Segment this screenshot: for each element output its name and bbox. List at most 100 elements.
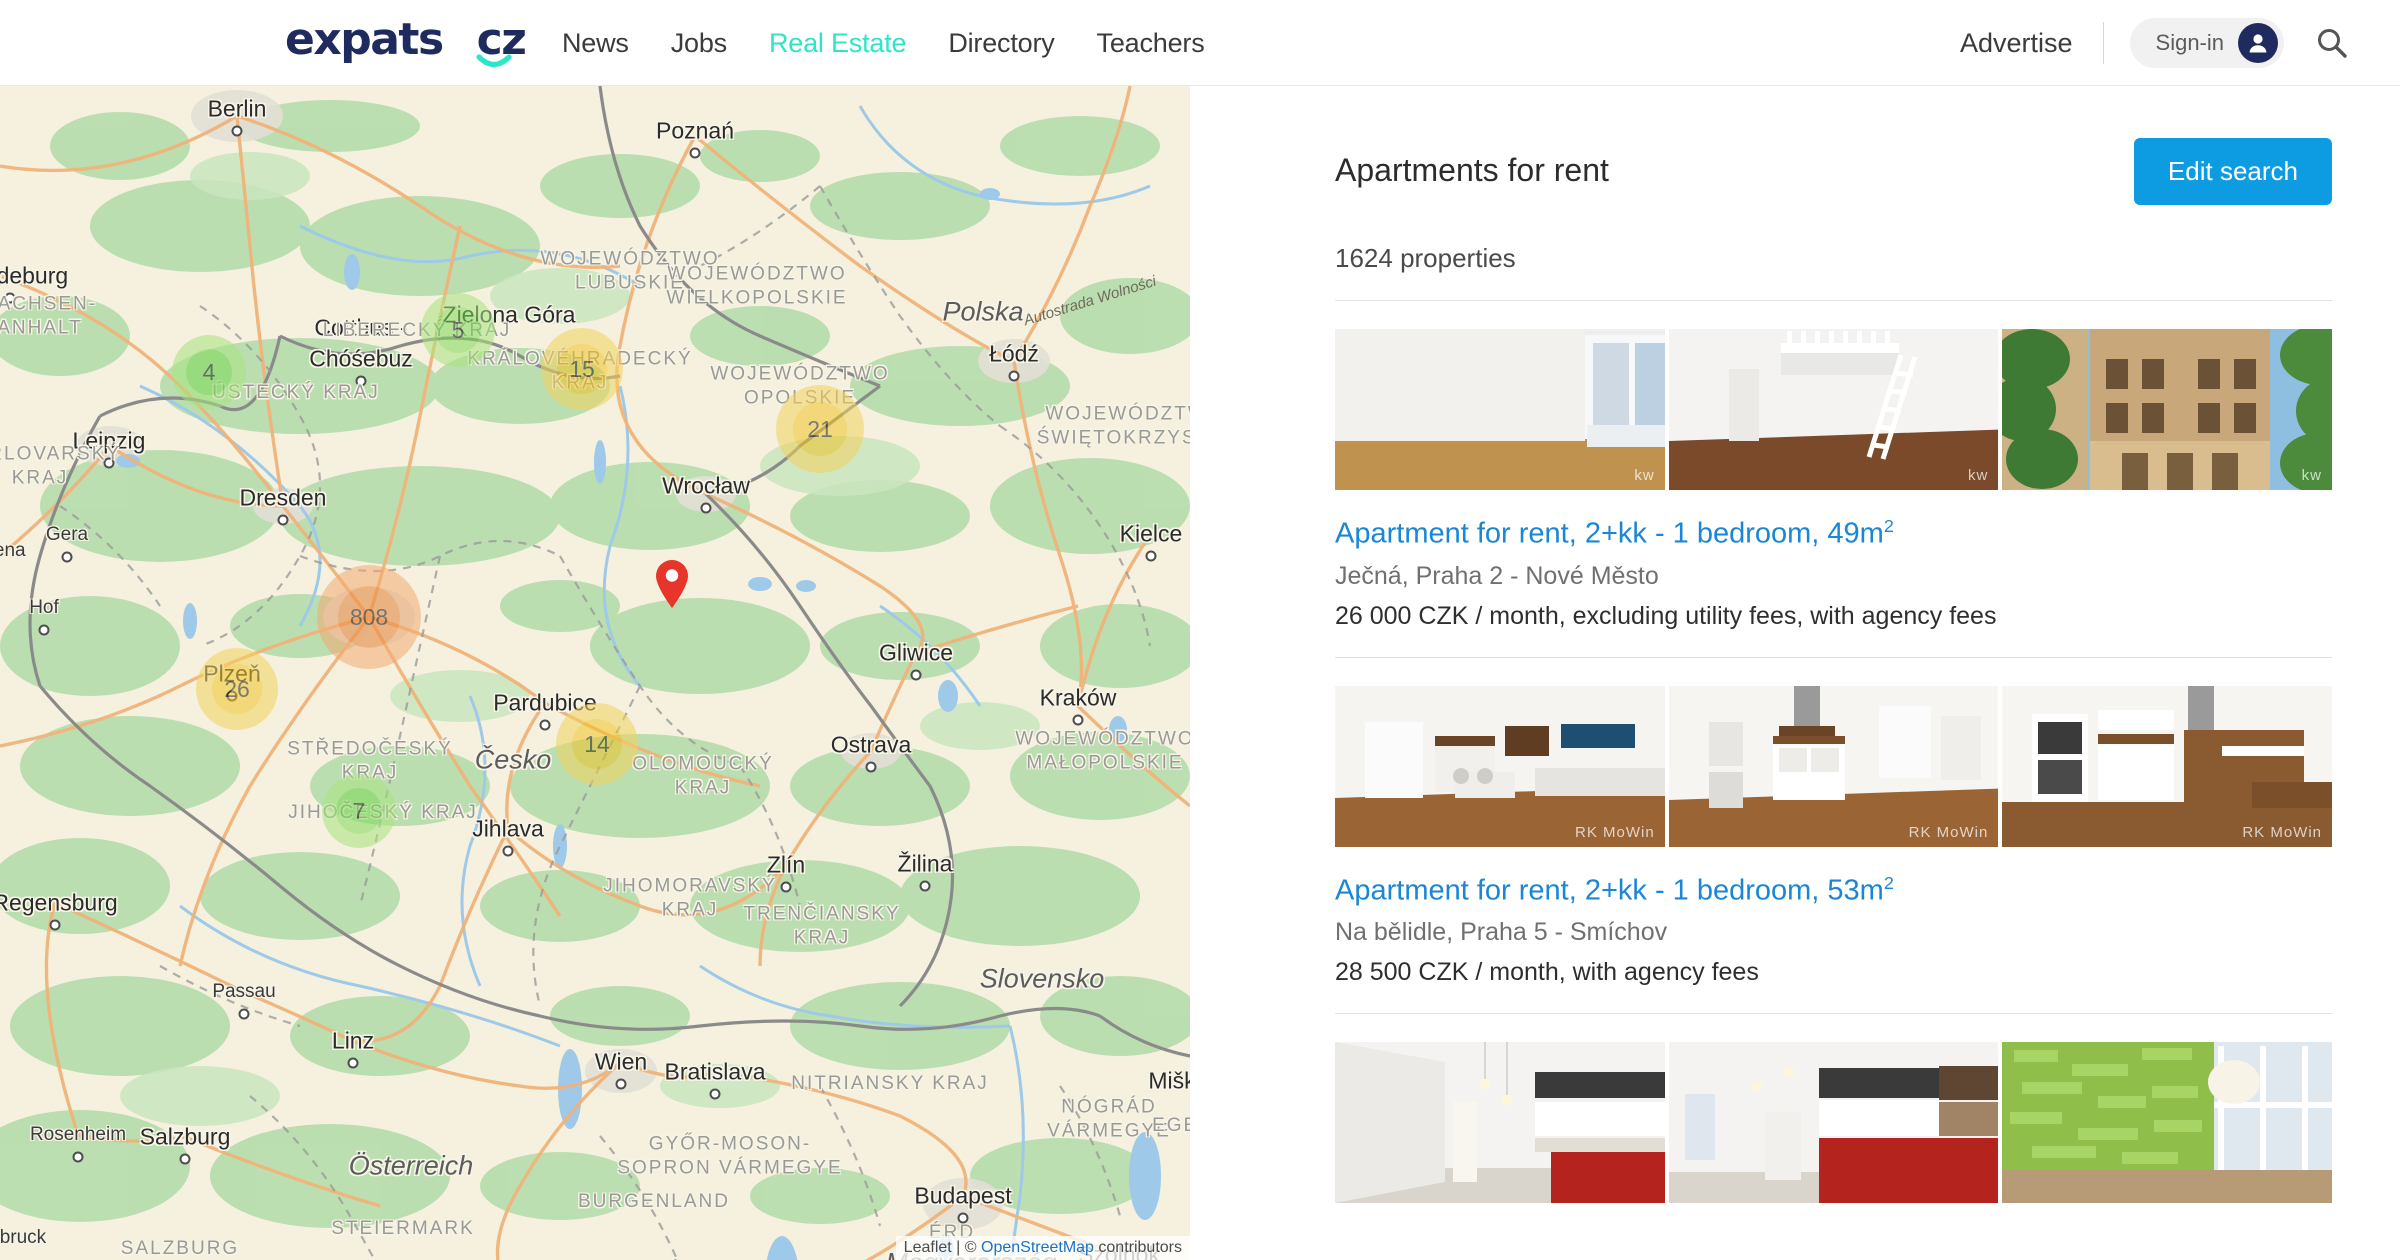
nav-item-news[interactable]: News <box>562 28 629 59</box>
map-city-dot <box>4 292 16 304</box>
map-cluster-count: 7 <box>336 788 382 834</box>
logo-smile-icon <box>476 54 512 68</box>
listing-area-superscript: 2 <box>1883 872 1894 893</box>
listing-title-link[interactable]: Apartment for rent, 2+kk - 1 bedroom, 49… <box>1335 516 2332 551</box>
map-cluster-count: 808 <box>338 586 400 648</box>
map-city-dot <box>61 551 73 563</box>
attribution-separator: | © <box>951 1239 981 1257</box>
listing-title-link[interactable]: Apartment for rent, 2+kk - 1 bedroom, 53… <box>1335 873 2332 908</box>
map-cluster-marker[interactable]: 7 <box>322 774 396 848</box>
map-city-dot <box>179 1153 191 1165</box>
nav-item-teachers[interactable]: Teachers <box>1097 28 1205 59</box>
map-cluster-marker[interactable]: 808 <box>317 565 421 669</box>
photo-watermark: RK MoWin <box>2242 823 2323 841</box>
map-city-dot <box>539 719 551 731</box>
map-cluster-marker[interactable]: 5 <box>421 293 495 367</box>
sign-in-label: Sign-in <box>2155 30 2224 55</box>
results-panel: Apartments for rent Edit search 1624 pro… <box>1190 86 2400 1260</box>
site-header: expats cz News Jobs Real Estate Director… <box>0 0 2400 86</box>
map-city-dot <box>689 147 701 159</box>
sign-in-button[interactable]: Sign-in <box>2129 18 2284 68</box>
photo-watermark: RK MoWin <box>1908 823 1989 841</box>
header-divider <box>2102 22 2104 64</box>
user-icon <box>2238 23 2278 63</box>
property-count: 1624 properties <box>1335 243 1516 273</box>
map-cluster-count: 14 <box>572 719 622 769</box>
listing-item[interactable]: RK MoWin RK MoWin RK MoWin Apartment for re… <box>1335 656 2333 988</box>
listing-item[interactable]: kw kw kw Apartment for rent, 2+kk - 1 bedro… <box>1335 300 2333 631</box>
map-city-dot <box>615 1078 627 1090</box>
header-actions: Advertise Sign-in <box>1960 0 2352 86</box>
nav-item-directory[interactable]: Directory <box>948 28 1054 59</box>
listing-item[interactable] <box>1335 1013 2333 1204</box>
listing-photo[interactable]: kw <box>1668 329 1999 490</box>
map-cluster-marker[interactable]: 14 <box>556 703 638 785</box>
listing-photo[interactable]: RK MoWin <box>2002 685 2333 847</box>
map-cluster-count: 15 <box>557 344 607 394</box>
listing-photo[interactable]: RK MoWin <box>1335 685 1665 847</box>
results-header: Apartments for rent Edit search <box>1335 138 2332 205</box>
listing-list: kw kw kw Apartment for rent, 2+kk - 1 bedro… <box>1335 300 2333 1204</box>
photo-watermark: kw <box>1968 467 1989 484</box>
advertise-link[interactable]: Advertise <box>1960 28 2073 59</box>
listing-photo[interactable] <box>1335 1042 1665 1204</box>
listing-address: Ječná, Praha 2 - Nové Město <box>1335 561 1659 590</box>
map-panel[interactable]: BerlinPoznańMagdeburgCottbus -ChóśebuzZi… <box>0 86 1190 1260</box>
map-city-dot <box>72 1151 84 1163</box>
main-navigation: News Jobs Real Estate Directory Teachers <box>562 0 1205 86</box>
map-city-dot <box>1145 550 1157 562</box>
map-city-dot <box>347 1057 359 1069</box>
nav-item-real-estate[interactable]: Real Estate <box>769 28 907 59</box>
map-city-dot <box>957 1212 969 1224</box>
nav-item-jobs[interactable]: Jobs <box>671 28 727 59</box>
attribution-leaflet[interactable]: Leaflet <box>904 1239 952 1256</box>
map-city-dot <box>277 514 289 526</box>
map-city-dot <box>700 502 712 514</box>
listing-price: 26 000 CZK / month, excluding utility fe… <box>1335 601 1997 630</box>
map-city-dot <box>1072 714 1084 726</box>
listing-photos <box>1335 1042 2333 1204</box>
map-city-dot <box>910 669 922 681</box>
listing-photo[interactable]: kw <box>1335 329 1665 490</box>
map-city-dot <box>502 845 514 857</box>
map-cluster-marker[interactable]: 4 <box>172 335 246 409</box>
search-icon[interactable] <box>2312 23 2352 63</box>
map-city-dot <box>355 375 367 387</box>
site-logo[interactable]: expats cz <box>285 14 527 70</box>
map-tiles <box>0 86 1190 1260</box>
map-cluster-count: 4 <box>186 349 232 395</box>
map-city-dot <box>709 1088 721 1100</box>
attribution-osm-link[interactable]: OpenStreetMap <box>981 1239 1094 1256</box>
map-cluster-marker[interactable]: 21 <box>776 385 864 473</box>
listing-photo[interactable]: kw <box>2002 329 2333 490</box>
listing-address: Na bělidle, Praha 5 - Smíchov <box>1335 918 1668 947</box>
map-city-dot <box>780 881 792 893</box>
attribution-suffix: contributors <box>1093 1239 1182 1257</box>
listing-photo[interactable] <box>2002 1042 2333 1204</box>
map-cluster-count: 26 <box>212 664 262 714</box>
map-cluster-marker[interactable]: 26 <box>196 648 278 730</box>
map-location-pin[interactable] <box>654 559 690 609</box>
map-city-dot <box>38 624 50 636</box>
listing-area-superscript: 2 <box>1883 516 1894 536</box>
photo-watermark: kw <box>1634 467 1655 484</box>
map-city-dot <box>231 125 243 137</box>
map-city-dot <box>1008 370 1020 382</box>
photo-watermark: RK MoWin <box>1574 823 1655 841</box>
listing-photo[interactable] <box>1668 1042 1999 1204</box>
map-cluster-count: 5 <box>435 307 481 353</box>
listing-price: 28 500 CZK / month, with agency fees <box>1335 958 1759 987</box>
map-attribution: Leaflet | © OpenStreetMap contributors <box>895 1236 1190 1260</box>
map-city-dot <box>103 457 115 469</box>
listing-photos: RK MoWin RK MoWin RK MoWin <box>1335 685 2333 847</box>
listing-photos: kw kw kw <box>1335 329 2333 490</box>
map-cluster-marker[interactable]: 15 <box>541 328 623 410</box>
photo-watermark: kw <box>2301 467 2323 484</box>
page-title: Apartments for rent <box>1335 152 1609 188</box>
map-city-dot <box>919 880 931 892</box>
listing-photo[interactable]: RK MoWin <box>1668 685 1999 847</box>
map-city-dot <box>865 761 877 773</box>
logo-word-expats: expats <box>285 14 444 65</box>
edit-search-button[interactable]: Edit search <box>2133 138 2332 205</box>
map-city-dot <box>49 919 61 931</box>
